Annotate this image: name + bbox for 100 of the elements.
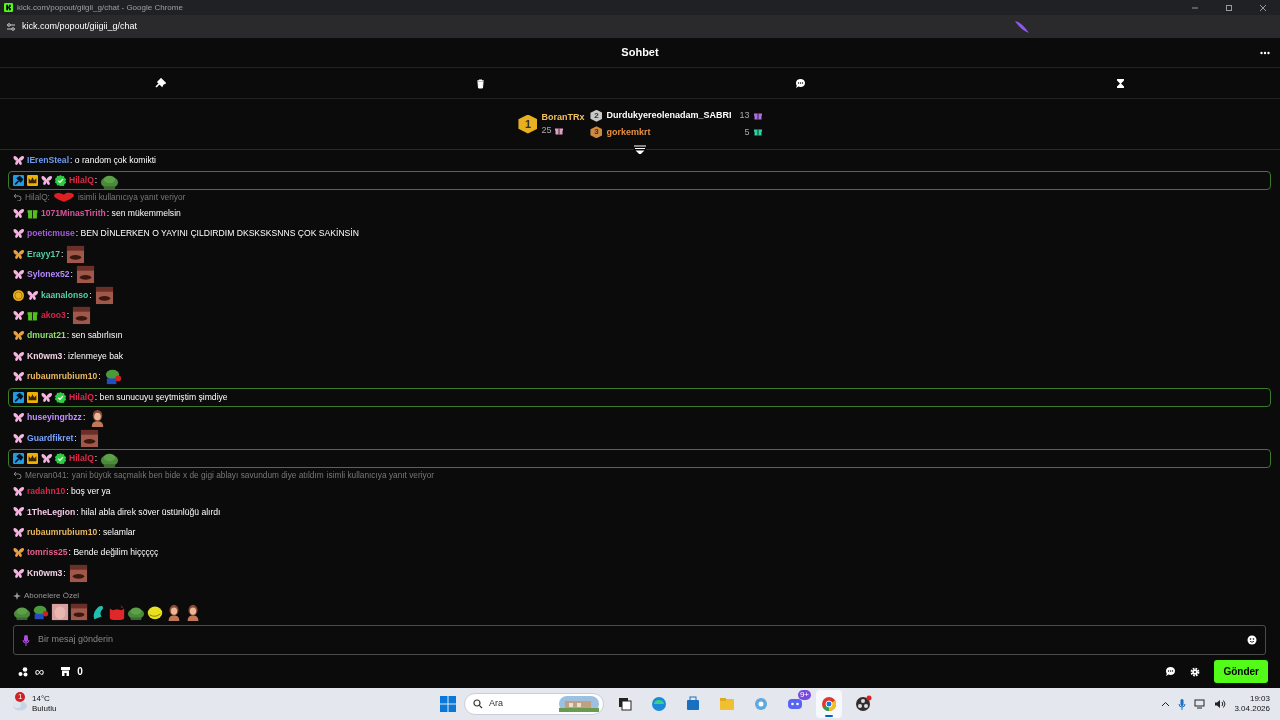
username[interactable]: radahn10 [27,485,66,498]
obs-icon [854,695,872,713]
username[interactable]: rubaumrubium10 [27,370,98,383]
reply-quote: yani büyük saçmalık ben bide x de gigi ablayı savundum diye atıldım [71,469,324,482]
message-text: : boş ver ya [66,485,111,498]
username[interactable]: Guardfikret [27,431,74,445]
butterfly-badge-icon [13,350,24,362]
butterfly-badge-icon [41,175,52,187]
edge-icon [650,695,668,713]
scroll-down-icon[interactable] [634,145,646,154]
emoji-icon[interactable] [1247,635,1257,645]
butterfly-badge-icon [13,269,24,281]
send-button[interactable]: Gönder [1214,660,1268,683]
message-text: : BEN DİNLERKEN O YAYINI ÇILDIRDIM DKSKSKSNNS ÇOK SAKİNSİN [75,227,359,241]
weather-text: Bulutlu [32,704,57,714]
store-icon [684,695,702,713]
trash-icon[interactable] [474,77,486,89]
message-text: : [98,370,101,383]
butterfly-badge-icon [13,154,24,166]
chat-icon[interactable] [1165,666,1177,677]
chrome-icon [820,695,838,713]
username[interactable]: BoranTRx [541,110,585,124]
frog-emote-icon[interactable] [32,603,50,622]
extension-icon[interactable] [1014,19,1030,34]
site-settings-icon[interactable] [6,21,16,32]
username[interactable]: rubaumrubium10 [27,525,98,539]
address-text[interactable]: kick.com/popout/giigii_g/chat [22,19,138,34]
network-icon[interactable] [1194,699,1207,709]
microphone-icon[interactable] [22,634,30,646]
folder-icon [718,695,736,713]
username[interactable]: Sylonex52 [27,268,70,282]
message-input[interactable]: Bir mesaj gönderin [38,633,1239,647]
username[interactable]: huseyingrbzz [27,411,82,425]
frog-emote-icon[interactable] [103,367,123,387]
message-field[interactable]: Bir mesaj gönderin [13,625,1266,655]
username[interactable]: tomriss25 [27,546,68,560]
points-icon[interactable] [18,666,29,677]
store-count: 0 [77,665,83,679]
username[interactable]: HilalQ [69,174,94,188]
close-icon[interactable] [1258,2,1268,13]
settings-icon[interactable] [1190,666,1201,677]
butterfly-badge-icon [41,391,52,403]
portrait-emote-icon[interactable] [51,603,69,622]
butterfly-badge-icon [13,412,24,424]
username[interactable]: Erayy17 [27,247,60,261]
reply-username: Mervan041: [25,469,69,482]
restore-icon[interactable] [1224,2,1234,13]
username[interactable]: dmurat21 [27,329,66,343]
username[interactable]: HilalQ [69,390,94,404]
message-text: : [94,452,98,466]
search-field[interactable]: Ara [464,693,604,715]
crown-badge-icon [27,391,38,403]
butterfly-badge-icon [13,547,24,559]
more-icon[interactable] [1260,50,1270,55]
username[interactable]: 1TheLegion [27,505,76,519]
notification-badge: 1 [15,692,26,702]
chevron-up-icon[interactable] [1161,701,1171,707]
gift-count: 25 [541,124,552,137]
username[interactable]: 1071MinasTirith [41,207,106,220]
username[interactable]: poeticmuse [27,227,75,241]
username[interactable]: IErenSteal [27,153,70,167]
hourglass-icon[interactable] [1114,77,1126,89]
username[interactable]: Kn0wm3 [27,349,63,363]
microphone-icon[interactable] [1178,698,1187,710]
reply-icon [13,471,22,480]
verified-badge-icon [55,453,66,465]
reply-text: isimli kullanıcıya yanıt veriyor [77,191,186,204]
clock-time[interactable]: 19:03 [1249,694,1270,704]
message-text: : [66,309,70,322]
message-text: : [89,288,92,302]
crown-badge-icon [27,453,38,465]
message-text: : [70,268,73,282]
message-text: : ben sunucuyu şeytmiştim şimdiye [94,390,228,404]
taskview-icon [616,695,634,713]
username[interactable]: akoo3 [41,309,66,322]
chrome-app-button[interactable] [816,690,842,718]
reply-icon [13,193,22,202]
username[interactable]: gorkemkrt [606,125,651,139]
start-icon[interactable] [440,696,456,712]
clock-date[interactable]: 3.04.2026 [1234,704,1270,714]
store-icon[interactable] [60,666,72,677]
username[interactable]: HilalQ [69,452,94,466]
gift-count: 13 [739,109,750,122]
verified-badge-icon [55,175,66,187]
butterfly-badge-icon [13,208,24,220]
hammer-icon[interactable] [154,77,166,89]
volume-icon[interactable] [1214,699,1227,709]
username[interactable]: Kn0wm3 [27,566,63,580]
butterfly-badge-icon [41,453,52,465]
chat-icon[interactable] [794,77,806,89]
message-text: : [63,566,66,580]
username[interactable]: kaanalonso [41,288,89,302]
rank-badge: 2 [590,109,603,122]
notification-badge: 9+ [797,690,811,700]
points-value: ∞ [35,662,45,681]
username[interactable]: Durdukyereolenadam_SABRI [606,109,732,123]
discord-app-button[interactable]: 9+ [782,690,808,718]
butterfly-badge-icon [13,506,24,518]
gift-badge-icon [27,208,38,220]
heart-emote-icon[interactable] [52,191,75,203]
